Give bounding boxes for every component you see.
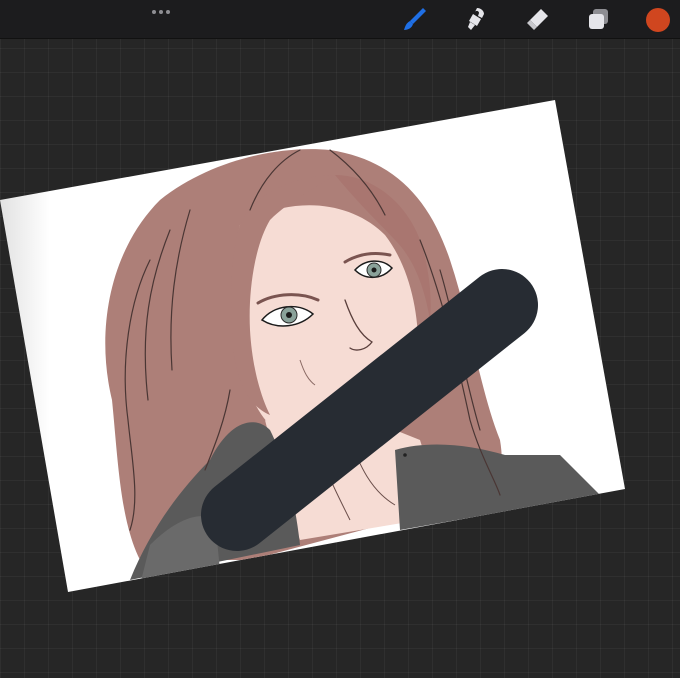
smudge-icon[interactable] [463,5,491,33]
layers-icon[interactable] [585,5,613,33]
color-swatch[interactable] [646,8,670,32]
menu-dot [152,10,156,14]
ellipsis-menu-icon[interactable] [149,6,173,18]
canvas-svg [0,100,625,592]
menu-dot [159,10,163,14]
eraser-icon[interactable] [524,5,552,33]
drawing-canvas[interactable] [0,38,680,678]
top-toolbar [0,0,680,39]
menu-dot [166,10,170,14]
brush-icon[interactable] [401,5,429,33]
